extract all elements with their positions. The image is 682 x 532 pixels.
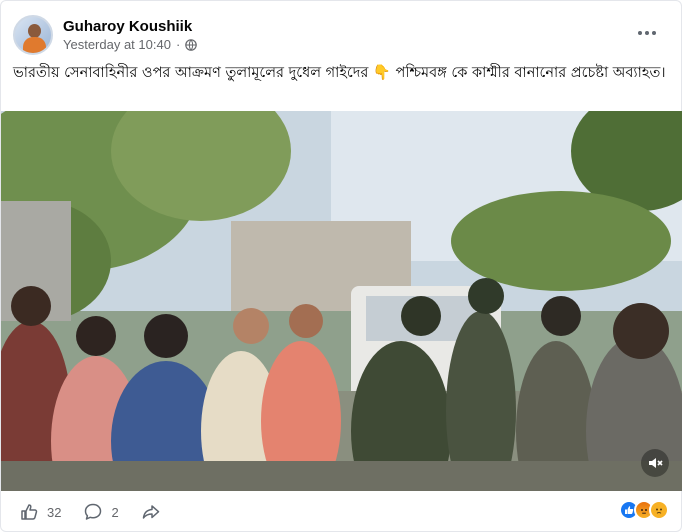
share-arrow-icon [142,505,159,519]
separator-dot: · [175,36,181,52]
like-button[interactable]: 32 [19,502,61,522]
sad-reaction-icon [649,500,669,520]
globe-icon [185,38,198,51]
post-caption: ভারতীয় সেনাবাহিনীর ওপর আক্রমণ তুলামূলের… [13,65,666,81]
like-count: 32 [47,504,62,520]
author-name[interactable]: Guharoy Koushiik [63,17,197,36]
video-player[interactable] [1,111,682,491]
more-options-icon[interactable] [635,23,659,43]
comment-button[interactable]: 2 [83,502,119,522]
timestamp[interactable]: Yesterday at 10:40 [63,36,171,54]
post-meta: Guharoy Koushiik Yesterday at 10:40 · [63,17,198,54]
reaction-summary[interactable] [619,500,669,520]
post-header: Guharoy Koushiik Yesterday at 10:40 · [13,13,669,57]
video-frame [1,111,682,491]
comment-count: 2 [111,504,119,520]
share-button[interactable] [141,502,161,522]
speaker-muted-icon[interactable] [641,449,669,477]
thumbs-up-icon [21,504,38,520]
post-footer: 32 2 [1,491,682,532]
comment-bubble-icon [85,503,102,520]
facebook-post: Guharoy Koushiik Yesterday at 10:40 · ভা… [0,0,682,532]
post-subline: Yesterday at 10:40 · [63,36,198,54]
avatar[interactable] [13,15,53,55]
